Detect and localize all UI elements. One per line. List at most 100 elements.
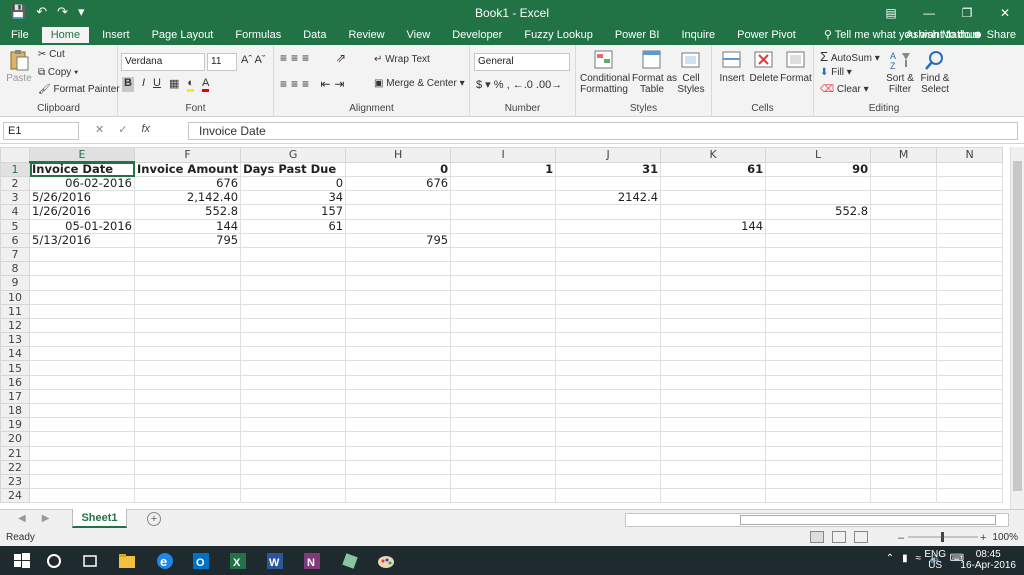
restore-button[interactable]: ❐: [948, 0, 986, 25]
number-format-icons[interactable]: $ ▾ % , ←.0 .00→: [476, 78, 562, 91]
app-icon[interactable]: [340, 551, 360, 571]
cell-m5[interactable]: [870, 218, 938, 234]
cell-g13[interactable]: [240, 332, 347, 348]
cell-n11[interactable]: [936, 303, 1004, 319]
row-header[interactable]: 8: [0, 261, 30, 277]
cell-e6[interactable]: 5/13/2016: [29, 232, 135, 248]
cell-l20[interactable]: [765, 431, 872, 447]
cell-h19[interactable]: [345, 417, 452, 433]
column-header-l[interactable]: L: [765, 147, 872, 163]
row-header[interactable]: 11: [0, 303, 30, 319]
cell-k12[interactable]: [660, 317, 767, 334]
cell-l15[interactable]: [765, 360, 872, 376]
cell-j24[interactable]: [555, 488, 662, 504]
cell-l13[interactable]: [765, 332, 872, 348]
cell-j17[interactable]: [555, 388, 662, 405]
cell-j12[interactable]: [555, 317, 662, 334]
cell-n24[interactable]: [936, 488, 1004, 504]
cell-n3[interactable]: [936, 190, 1004, 206]
insert-function-icon[interactable]: fx: [141, 123, 150, 136]
cell-h6[interactable]: 795: [345, 232, 452, 248]
cell-g7[interactable]: [240, 246, 347, 263]
cell-f23[interactable]: [133, 473, 242, 490]
cell-m13[interactable]: [870, 332, 938, 348]
fill-button[interactable]: ⬇ Fill ▾: [820, 67, 852, 78]
formula-input[interactable]: Invoice Date: [188, 122, 1018, 140]
cell-i4[interactable]: [450, 204, 557, 220]
cell-n19[interactable]: [936, 417, 1004, 433]
cell-g1[interactable]: Days Past Due: [240, 161, 347, 177]
cell-g18[interactable]: [240, 402, 347, 419]
cell-n14[interactable]: [936, 346, 1004, 362]
tab-page-layout[interactable]: Page Layout: [141, 25, 225, 45]
cell-k16[interactable]: [660, 374, 767, 390]
task-view-icon[interactable]: [80, 551, 100, 571]
grow-font-icon[interactable]: Aˆ Aˇ: [241, 54, 265, 66]
cell-f13[interactable]: [133, 332, 242, 348]
cell-h17[interactable]: [345, 388, 452, 405]
cell-m21[interactable]: [870, 445, 938, 461]
cancel-icon[interactable]: ✕: [95, 123, 104, 136]
bold-button[interactable]: B: [122, 77, 134, 92]
network-icon[interactable]: ≈: [916, 553, 922, 564]
add-sheet-icon[interactable]: +: [147, 512, 161, 526]
cell-g5[interactable]: 61: [240, 218, 347, 234]
italic-button[interactable]: I: [142, 77, 145, 92]
cell-f3[interactable]: 2,142.40: [133, 190, 242, 206]
cell-j22[interactable]: [555, 459, 662, 475]
enter-icon[interactable]: ✓: [118, 123, 127, 136]
cell-e12[interactable]: [29, 317, 135, 334]
cell-f16[interactable]: [133, 374, 242, 390]
cell-m20[interactable]: [870, 431, 938, 447]
cell-j21[interactable]: [555, 445, 662, 461]
cell-n5[interactable]: [936, 218, 1004, 234]
tab-view[interactable]: View: [396, 25, 442, 45]
cell-k23[interactable]: [660, 473, 767, 490]
cell-h8[interactable]: [345, 261, 452, 277]
cell-m23[interactable]: [870, 473, 938, 490]
cell-h2[interactable]: 676: [345, 175, 452, 192]
share-button[interactable]: ☻ Share: [972, 25, 1016, 45]
cell-f21[interactable]: [133, 445, 242, 461]
format-cells-button[interactable]: Format: [780, 49, 812, 84]
cell-j23[interactable]: [555, 473, 662, 490]
cell-m3[interactable]: [870, 190, 938, 206]
cell-n15[interactable]: [936, 360, 1004, 376]
conditional-formatting-button[interactable]: Conditional Formatting: [580, 49, 630, 95]
cell-j14[interactable]: [555, 346, 662, 362]
cell-n8[interactable]: [936, 261, 1004, 277]
cell-j6[interactable]: [555, 232, 662, 248]
row-header[interactable]: 19: [0, 417, 30, 433]
cell-g17[interactable]: [240, 388, 347, 405]
cell-g6[interactable]: [240, 232, 347, 248]
normal-view-icon[interactable]: [810, 531, 824, 543]
cell-k7[interactable]: [660, 246, 767, 263]
autosum-button[interactable]: Σ AutoSum ▾: [820, 49, 880, 64]
cell-e3[interactable]: 5/26/2016: [29, 190, 135, 206]
cell-e20[interactable]: [29, 431, 135, 447]
orientation-icon[interactable]: ⇗: [336, 51, 346, 65]
cell-e24[interactable]: [29, 488, 135, 504]
column-header-i[interactable]: I: [450, 147, 557, 163]
cell-k18[interactable]: [660, 402, 767, 419]
cell-f20[interactable]: [133, 431, 242, 447]
row-header[interactable]: 10: [0, 289, 30, 305]
cell-k19[interactable]: [660, 417, 767, 433]
cell-i6[interactable]: [450, 232, 557, 248]
cell-k2[interactable]: [660, 175, 767, 192]
cell-n21[interactable]: [936, 445, 1004, 461]
word-icon[interactable]: W: [265, 551, 285, 571]
row-header[interactable]: 24: [0, 488, 30, 504]
cell-h21[interactable]: [345, 445, 452, 461]
cell-i17[interactable]: [450, 388, 557, 405]
cell-k15[interactable]: [660, 360, 767, 376]
cell-f1[interactable]: Invoice Amount: [133, 161, 242, 177]
cell-i16[interactable]: [450, 374, 557, 390]
cell-g9[interactable]: [240, 275, 347, 291]
row-header[interactable]: 22: [0, 459, 30, 475]
cell-j8[interactable]: [555, 261, 662, 277]
cell-e10[interactable]: [29, 289, 135, 305]
cell-n18[interactable]: [936, 402, 1004, 419]
cell-l14[interactable]: [765, 346, 872, 362]
cell-g20[interactable]: [240, 431, 347, 447]
